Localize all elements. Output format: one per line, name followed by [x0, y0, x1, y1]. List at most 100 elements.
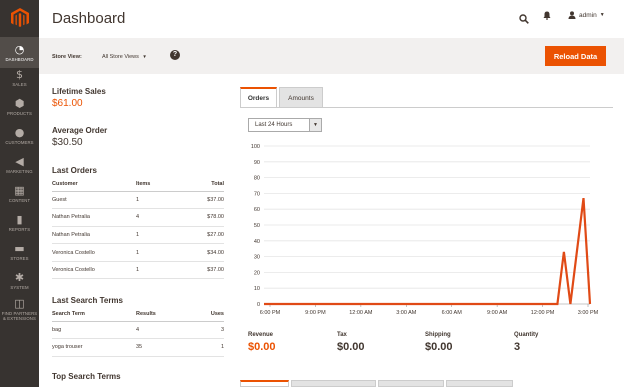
y-tick-label: 20: [254, 270, 260, 276]
table-cell: 1: [136, 191, 184, 210]
y-tick-label: 0: [257, 302, 260, 308]
store-icon: ▬: [14, 241, 25, 255]
table-row[interactable]: Nathan Petralia 4 $78.00: [52, 208, 224, 227]
x-tick-label: 9:00 AM: [487, 310, 508, 316]
table-row[interactable]: Veronica Costello 1 $34.00: [52, 243, 224, 262]
page-title: Dashboard: [52, 10, 126, 27]
orders-chart: 0 10 20 30 40 50 60 70 80 90 100 6:00 PM 9:00 PM 12:0…: [251, 144, 599, 316]
store-view-value: All Store Views: [102, 54, 139, 60]
table-cell: Nathan Petralia: [52, 208, 136, 227]
store-view-label: Store View:: [52, 54, 82, 60]
table-cell: Nathan Petralia: [52, 226, 136, 245]
sidebar-item-content[interactable]: ▦ CONTENT: [0, 178, 39, 209]
sidebar-item-sales[interactable]: $ SALES: [0, 62, 39, 93]
sidebar-item-label: STORES: [10, 255, 29, 261]
column-header: Results: [136, 307, 184, 322]
bar-chart-icon: ▮: [16, 212, 23, 226]
magento-logo[interactable]: [0, 0, 39, 36]
sidebar-item-label: CUSTOMERS: [5, 139, 34, 145]
y-tick-label: 70: [254, 191, 260, 197]
reload-data-button[interactable]: Reload Data: [545, 46, 606, 66]
tab-bestsellers[interactable]: [240, 380, 289, 387]
table-row[interactable]: Nathan Petralia 1 $27.00: [52, 226, 224, 245]
y-tick-label: 40: [254, 239, 260, 245]
sidebar-item-find-partners-extensions[interactable]: ◫ FIND PARTNERS & EXTENSIONS: [0, 294, 39, 325]
table-row[interactable]: Veronica Costello 1 $37.00: [52, 261, 224, 280]
last-search-terms-table: Search Term Results Uses bag 4 3 yoga trous…: [52, 307, 224, 357]
table-cell: 1: [184, 338, 224, 357]
table-cell: yoga trouser: [52, 338, 136, 357]
sidebar-item-reports[interactable]: ▮ REPORTS: [0, 207, 39, 238]
sidebar-item-label: MARKETING: [6, 168, 33, 174]
top-search-terms-title: Top Search Terms: [52, 372, 121, 381]
total-label: Tax: [337, 332, 347, 338]
column-header: Search Term: [52, 307, 136, 322]
user-icon: [568, 11, 576, 19]
dashboard-icon: ◔: [14, 42, 25, 56]
table-cell: bag: [52, 321, 136, 340]
table-cell: 1: [136, 261, 184, 280]
table-cell: $27.00: [184, 226, 224, 245]
table-cell: $37.00: [184, 261, 224, 280]
period-value: Last 24 Hours: [255, 122, 293, 128]
dollar-icon: $: [16, 67, 23, 81]
total-value: 3: [514, 341, 521, 353]
lifetime-sales-label: Lifetime Sales: [52, 87, 106, 96]
username: admin: [579, 11, 597, 19]
last-orders-table: Customer Items Total Guest 1 $37.00 Nathan …: [52, 177, 224, 280]
sidebar-item-label: CONTENT: [8, 197, 31, 203]
y-tick-label: 30: [254, 255, 260, 261]
table-cell: 1: [136, 226, 184, 245]
sidebar-item-customers[interactable]: ● CUSTOMERS: [0, 120, 39, 151]
store-view-select[interactable]: All Store Views ▼: [102, 54, 147, 60]
table-cell: 1: [136, 243, 184, 262]
tab-amounts[interactable]: Amounts: [279, 87, 323, 108]
total-value: $0.00: [248, 341, 276, 353]
x-tick-label: 3:00 AM: [396, 310, 417, 316]
table-row[interactable]: yoga trouser 35 1: [52, 338, 224, 357]
cube-icon: ⬢: [14, 96, 25, 110]
partners-icon: ◫: [14, 297, 25, 310]
last-search-terms-title: Last Search Terms: [52, 296, 123, 305]
search-icon[interactable]: [519, 11, 529, 29]
sidebar-item-stores[interactable]: ▬ STORES: [0, 236, 39, 267]
total-label: Revenue: [248, 332, 274, 338]
tab-orders[interactable]: Orders: [240, 87, 277, 108]
table-row[interactable]: Guest 1 $37.00: [52, 191, 224, 210]
tab-most-viewed[interactable]: [291, 380, 376, 387]
sidebar-item-system[interactable]: ✱ SYSTEM: [0, 265, 39, 296]
sidebar-item-label: SALES: [12, 81, 27, 87]
y-tick-label: 100: [251, 144, 260, 150]
magento-logo-icon: [10, 8, 29, 27]
x-tick-label: 12:00 AM: [349, 310, 373, 316]
y-tick-label: 90: [254, 160, 260, 166]
tab-customers[interactable]: [446, 380, 513, 387]
x-tick-label: 6:00 AM: [442, 310, 463, 316]
store-view-bar: Store View: All Store Views ▼ ? Reload D…: [39, 38, 624, 74]
sidebar-item-marketing[interactable]: ◀ MARKETING: [0, 149, 39, 180]
help-icon[interactable]: ?: [170, 50, 180, 60]
user-menu[interactable]: admin ▼: [568, 11, 605, 19]
user-icon: ●: [14, 125, 25, 139]
tab-divider: [240, 107, 613, 108]
tab-new-customers[interactable]: [378, 380, 444, 387]
x-tick-label: 9:00 PM: [305, 310, 326, 316]
period-select[interactable]: Last 24 Hours ▼: [248, 118, 322, 132]
chevron-down-icon: ▼: [309, 119, 321, 131]
table-cell: Veronica Costello: [52, 261, 136, 280]
table-cell: 4: [136, 208, 184, 227]
table-row[interactable]: bag 4 3: [52, 321, 224, 340]
sidebar-item-label: REPORTS: [8, 226, 31, 232]
chevron-down-icon: ▼: [142, 54, 147, 59]
column-header: Customer: [52, 177, 136, 192]
table-header-row: Customer Items Total: [52, 177, 224, 192]
y-tick-label: 50: [254, 223, 260, 229]
lifetime-sales-value: $61.00: [52, 98, 83, 109]
column-header: Items: [136, 177, 184, 192]
gear-icon: ✱: [14, 270, 25, 284]
layout-icon: ▦: [14, 183, 25, 197]
table-cell: 4: [136, 321, 184, 340]
notifications-bell-icon[interactable]: [543, 11, 551, 22]
sidebar-item-products[interactable]: ⬢ PRODUCTS: [0, 91, 39, 122]
table-cell: $34.00: [184, 243, 224, 262]
